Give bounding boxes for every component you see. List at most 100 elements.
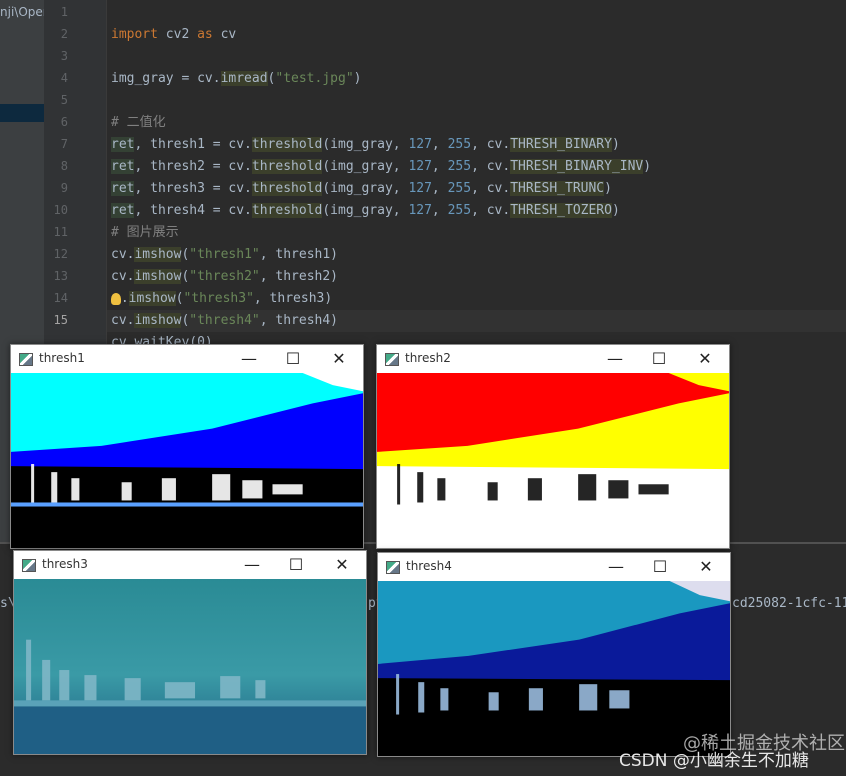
code-text: cv.	[111, 313, 135, 328]
code-text: , thresh1 = cv.	[134, 137, 252, 152]
window-app-icon	[385, 353, 399, 366]
string-literal: "thresh2"	[189, 269, 260, 284]
code-text: , thresh1)	[259, 247, 339, 262]
window-thresh3[interactable]: thresh3 — ☐ ✕	[13, 550, 367, 755]
code-comment[interactable]: # 二值化	[111, 112, 166, 134]
code-line-13[interactable]: cv.imshow("thresh2", thresh2)	[111, 266, 338, 288]
close-button[interactable]: ✕	[692, 556, 720, 578]
window-titlebar[interactable]: thresh1 — ☐ ✕	[11, 345, 363, 373]
code-text: , thresh3)	[253, 291, 333, 306]
lightbulb-icon[interactable]	[110, 292, 121, 305]
line-number: 13	[53, 269, 68, 283]
string-literal: "thresh4"	[189, 313, 260, 328]
minimize-button[interactable]: —	[601, 348, 629, 370]
maximize-button[interactable]: ☐	[282, 554, 310, 576]
window-titlebar[interactable]: thresh2 — ☐ ✕	[377, 345, 729, 373]
maximize-button[interactable]: ☐	[279, 348, 307, 370]
window-thresh2[interactable]: thresh2 — ☐ ✕	[376, 344, 730, 549]
code-text: , cv.	[471, 181, 511, 196]
code-text: ,	[431, 159, 448, 174]
constant-name: THRESH_TRUNC	[510, 181, 605, 196]
window-app-icon	[22, 559, 36, 572]
window-thresh4[interactable]: thresh4 — ☐ ✕	[377, 552, 731, 757]
code-line-14[interactable]: c.imshow("thresh3", thresh3)	[110, 288, 333, 310]
close-button[interactable]: ✕	[691, 348, 719, 370]
code-line-8[interactable]: ret, thresh2 = cv.threshold(img_gray, 12…	[111, 156, 651, 178]
code-text: )	[604, 181, 612, 196]
maximize-button[interactable]: ☐	[646, 556, 674, 578]
code-text: cv.	[111, 269, 135, 284]
minimize-button[interactable]: —	[235, 348, 263, 370]
code-line-9[interactable]: ret, thresh3 = cv.threshold(img_gray, 12…	[111, 178, 612, 200]
line-number: 12	[53, 247, 68, 261]
code-text: , cv.	[471, 137, 511, 152]
code-editor[interactable]: import cv2 as cv img_gray = cv.imread("t…	[107, 0, 846, 360]
minimize-button[interactable]: —	[602, 556, 630, 578]
code-line-10[interactable]: ret, thresh4 = cv.threshold(img_gray, 12…	[111, 200, 620, 222]
constant-name: THRESH_BINARY	[510, 137, 612, 152]
code-line-7[interactable]: ret, thresh1 = cv.threshold(img_gray, 12…	[111, 134, 620, 156]
code-line-4[interactable]: img_gray = cv.imread("test.jpg")	[111, 68, 361, 90]
line-number: 4	[60, 71, 68, 85]
line-number: 8	[60, 159, 68, 173]
code-text: (img_gray,	[322, 137, 409, 152]
minimize-button[interactable]: —	[238, 554, 266, 576]
function-name: threshold	[251, 203, 323, 218]
code-text: .	[120, 291, 129, 306]
number-literal: 255	[447, 181, 472, 196]
code-text: ,	[431, 181, 448, 196]
code-text: img_gray = cv.	[111, 71, 221, 86]
line-number: 9	[60, 181, 68, 195]
window-title: thresh3	[42, 557, 88, 571]
code-line-2[interactable]: import cv2 as cv	[111, 24, 236, 46]
threshold-image-trunc	[14, 579, 366, 754]
window-app-icon	[386, 561, 400, 574]
line-number-current: 15	[53, 313, 68, 327]
code-line-12[interactable]: cv.imshow("thresh1", thresh1)	[111, 244, 338, 266]
string-literal: "test.jpg"	[275, 71, 354, 86]
window-title: thresh4	[406, 559, 452, 573]
keyword: as	[197, 27, 213, 42]
function-name: imshow	[134, 269, 182, 284]
number-literal: 127	[408, 137, 432, 152]
function-name: threshold	[251, 137, 323, 152]
variable: ret	[111, 203, 135, 218]
watermark-csdn: CSDN @小幽余生不加糖	[619, 751, 809, 771]
function-name: imshow	[128, 291, 176, 306]
string-literal: "thresh1"	[189, 247, 260, 262]
code-text: cv	[212, 27, 237, 42]
function-name: threshold	[251, 181, 323, 196]
code-text: )	[643, 159, 652, 174]
variable: ret	[111, 137, 135, 152]
close-button[interactable]: ✕	[328, 554, 356, 576]
code-comment[interactable]: # 图片展示	[111, 222, 179, 244]
window-thresh1[interactable]: thresh1 — ☐ ✕	[10, 344, 364, 549]
window-title: thresh1	[39, 351, 85, 365]
maximize-button[interactable]: ☐	[645, 348, 673, 370]
line-number: 10	[53, 203, 68, 217]
string-literal: "thresh3"	[183, 291, 254, 306]
line-number: 7	[60, 137, 68, 151]
keyword: import	[111, 27, 158, 42]
line-number: 14	[53, 291, 68, 305]
line-number: 5	[60, 93, 68, 107]
variable: ret	[111, 159, 135, 174]
code-text: , thresh2)	[259, 269, 339, 284]
code-text: , thresh2 = cv.	[134, 159, 252, 174]
code-text: (img_gray,	[322, 203, 409, 218]
number-literal: 127	[408, 203, 432, 218]
threshold-image-binary	[11, 373, 363, 548]
close-button[interactable]: ✕	[325, 348, 353, 370]
code-text: )	[353, 71, 362, 86]
code-text: ,	[431, 203, 448, 218]
window-titlebar[interactable]: thresh4 — ☐ ✕	[378, 553, 730, 581]
function-name: threshold	[251, 159, 323, 174]
code-text: , thresh4)	[259, 313, 339, 328]
constant-name: THRESH_TOZERO	[510, 203, 612, 218]
line-number: 1	[60, 5, 68, 19]
line-number: 2	[60, 27, 68, 41]
threshold-image-tozero	[378, 581, 730, 756]
window-titlebar[interactable]: thresh3 — ☐ ✕	[14, 551, 366, 579]
code-line-15[interactable]: cv.imshow("thresh4", thresh4)	[111, 310, 338, 332]
number-literal: 127	[408, 159, 432, 174]
